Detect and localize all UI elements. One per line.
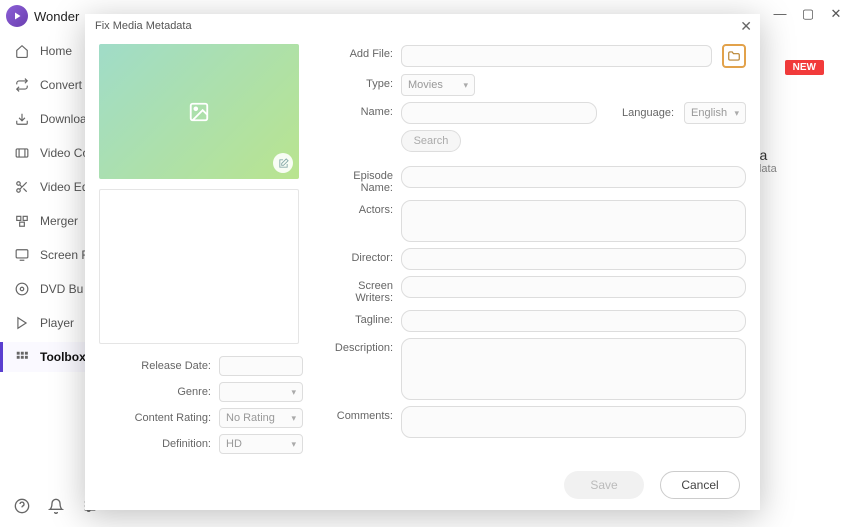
comments-input[interactable] — [401, 406, 746, 438]
director-label: Director: — [323, 248, 401, 264]
definition-select[interactable]: HD▾ — [219, 434, 303, 454]
screen-writers-label: Screen Writers: — [323, 276, 401, 304]
language-select[interactable]: English▾ — [684, 102, 746, 124]
release-date-input[interactable] — [219, 356, 303, 376]
chevron-down-icon: ▾ — [291, 387, 296, 398]
app-brand: Wonder — [34, 9, 79, 24]
download-icon — [14, 111, 30, 127]
close-window-icon[interactable]: ✕ — [828, 6, 844, 22]
minimize-icon[interactable]: — — [772, 6, 788, 22]
sidebar-item-label: Home — [40, 44, 72, 58]
actors-input[interactable] — [401, 200, 746, 242]
name-label: Name: — [323, 102, 401, 118]
search-button[interactable]: Search — [401, 130, 461, 152]
screen-writers-input[interactable] — [401, 276, 746, 298]
media-preview — [99, 44, 299, 179]
description-label: Description: — [323, 338, 401, 354]
screen-icon — [14, 247, 30, 263]
name-input[interactable] — [401, 102, 597, 124]
sidebar-item-label: Toolbox — [40, 350, 86, 364]
sidebar-item-label: Screen R — [40, 248, 90, 262]
sidebar-item-label: Convert — [40, 78, 82, 92]
dialog-titlebar: Fix Media Metadata ✕ — [85, 14, 760, 38]
maximize-icon[interactable]: ▢ — [800, 6, 816, 22]
chevron-down-icon: ▾ — [463, 80, 468, 91]
bell-icon[interactable] — [48, 498, 64, 519]
merge-icon — [14, 213, 30, 229]
sidebar-item-label: Video Ed — [40, 180, 89, 194]
type-select[interactable]: Movies▾ — [401, 74, 475, 96]
thumbnail-list — [99, 189, 299, 344]
folder-icon — [727, 49, 741, 63]
comments-label: Comments: — [323, 406, 401, 422]
image-icon — [185, 101, 213, 123]
type-label: Type: — [323, 74, 401, 90]
content-rating-select[interactable]: No Rating▾ — [219, 408, 303, 428]
release-date-label: Release Date: — [99, 360, 219, 372]
disc-icon — [14, 281, 30, 297]
scissors-icon — [14, 179, 30, 195]
content-rating-label: Content Rating: — [99, 412, 219, 424]
add-file-path — [401, 45, 712, 67]
window-controls: — ▢ ✕ — [772, 6, 844, 22]
right-column: Add File: Type: Movies▾ Name: Language: … — [323, 44, 746, 460]
convert-icon — [14, 77, 30, 93]
genre-select[interactable]: ▾ — [219, 382, 303, 402]
new-badge: NEW — [785, 60, 824, 75]
play-icon — [14, 315, 30, 331]
sidebar-item-label: Player — [40, 316, 74, 330]
home-icon — [14, 43, 30, 59]
browse-file-button[interactable] — [722, 44, 746, 68]
chevron-down-icon: ▾ — [734, 108, 739, 119]
app-logo-icon — [6, 5, 28, 27]
sidebar-item-label: Video Co — [40, 146, 89, 160]
left-column: Release Date: Genre: ▾ Content Rating: N… — [99, 44, 303, 460]
help-icon[interactable] — [14, 498, 30, 519]
sidebar-item-label: DVD Bu — [40, 282, 83, 296]
edit-preview-button[interactable] — [273, 153, 293, 173]
tagline-input[interactable] — [401, 310, 746, 332]
genre-label: Genre: — [99, 386, 219, 398]
episode-name-label: Episode Name: — [323, 166, 401, 194]
episode-name-input[interactable] — [401, 166, 746, 188]
save-button[interactable]: Save — [564, 471, 644, 499]
fix-metadata-dialog: Fix Media Metadata ✕ Release Date: Genre… — [85, 14, 760, 510]
actors-label: Actors: — [323, 200, 401, 216]
language-label: Language: — [622, 107, 674, 119]
sidebar-item-label: Merger — [40, 214, 78, 228]
add-file-label: Add File: — [323, 44, 401, 60]
chevron-down-icon: ▾ — [291, 413, 296, 424]
close-icon[interactable]: ✕ — [740, 18, 752, 35]
director-input[interactable] — [401, 248, 746, 270]
chevron-down-icon: ▾ — [291, 439, 296, 450]
video-icon — [14, 145, 30, 161]
sidebar-item-label: Downloa — [40, 112, 87, 126]
cancel-button[interactable]: Cancel — [660, 471, 740, 499]
dialog-title: Fix Media Metadata — [95, 20, 192, 32]
tagline-label: Tagline: — [323, 310, 401, 326]
description-input[interactable] — [401, 338, 746, 400]
grid-icon — [14, 349, 30, 365]
definition-label: Definition: — [99, 438, 219, 450]
dialog-footer: Save Cancel — [85, 460, 760, 510]
